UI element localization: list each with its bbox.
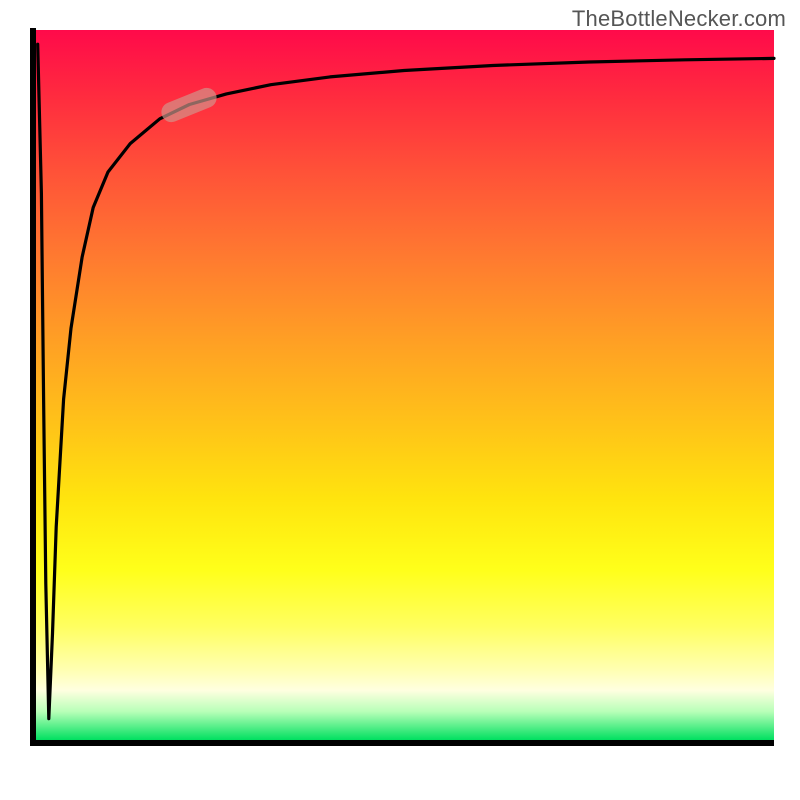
y-axis [30, 28, 36, 744]
x-axis [30, 740, 774, 746]
watermark-text: TheBottleNecker.com [572, 6, 786, 32]
chart-stage: TheBottleNecker.com [0, 0, 800, 800]
plot-background [34, 30, 774, 740]
